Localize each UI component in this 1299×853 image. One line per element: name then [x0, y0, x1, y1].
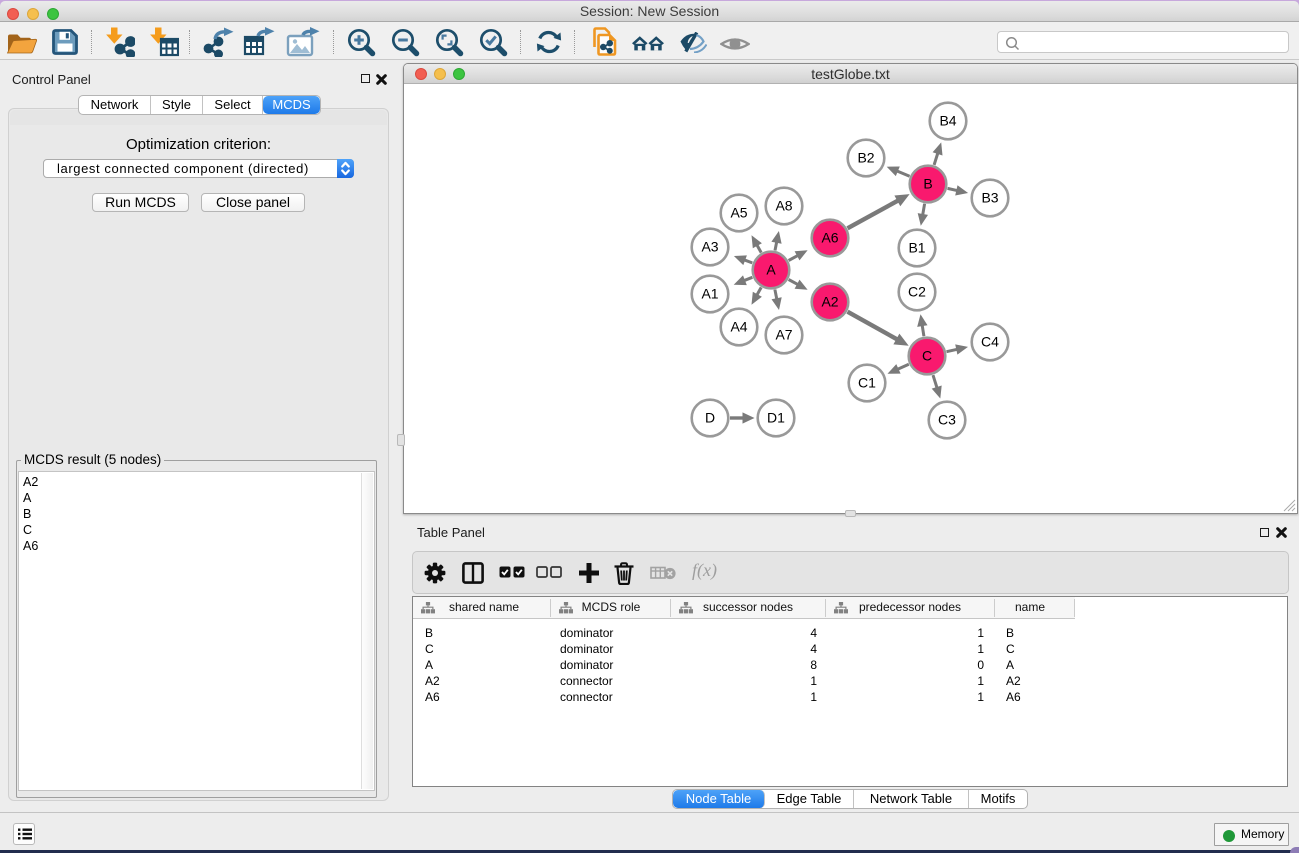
svg-text:A2: A2 — [821, 294, 838, 310]
svg-text:A8: A8 — [775, 198, 792, 214]
svg-text:A4: A4 — [730, 319, 747, 335]
svg-text:A6: A6 — [821, 230, 838, 246]
svg-text:C3: C3 — [938, 412, 956, 428]
svg-text:A7: A7 — [775, 327, 792, 343]
svg-text:B1: B1 — [908, 240, 925, 256]
svg-text:C2: C2 — [908, 284, 926, 300]
svg-text:C4: C4 — [981, 334, 999, 350]
svg-text:B3: B3 — [981, 190, 998, 206]
svg-text:B: B — [923, 176, 932, 192]
svg-text:D1: D1 — [767, 410, 785, 426]
svg-text:C1: C1 — [858, 375, 876, 391]
svg-text:A1: A1 — [701, 286, 718, 302]
svg-text:A3: A3 — [701, 239, 718, 255]
svg-text:B2: B2 — [857, 150, 874, 166]
svg-text:A5: A5 — [730, 205, 747, 221]
svg-text:B4: B4 — [939, 113, 956, 129]
svg-text:A: A — [766, 262, 776, 278]
svg-text:C: C — [922, 348, 932, 364]
svg-text:D: D — [705, 410, 715, 426]
